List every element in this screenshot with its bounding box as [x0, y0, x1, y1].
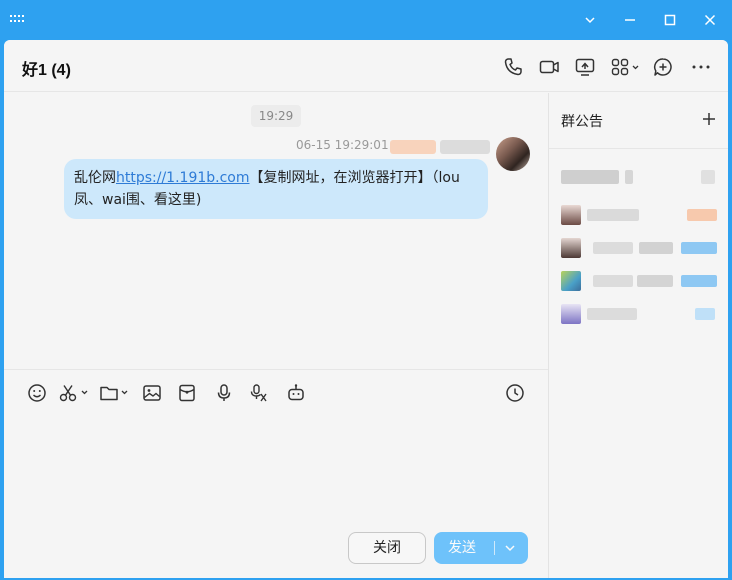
chat-header: 好1 (4): [4, 40, 728, 92]
chat-title: 好1 (4): [22, 62, 71, 79]
maximize-icon[interactable]: [660, 10, 680, 30]
member-header-marker: [625, 170, 633, 184]
member-badge: [681, 275, 717, 287]
avatar: [561, 271, 581, 291]
title-bar[interactable]: [0, 0, 732, 40]
close-icon[interactable]: [700, 10, 720, 30]
message-bubble[interactable]: 乱伦网https://1.191b.com【复制网址，在浏览器打开】（lou凤、…: [64, 159, 488, 219]
sender-name: [440, 140, 490, 154]
member-header: [561, 170, 619, 184]
emoji-icon[interactable]: [26, 382, 48, 404]
message-link[interactable]: https://1.191b.com: [116, 170, 250, 186]
screen-share-icon[interactable]: [574, 56, 596, 78]
avatar: [561, 304, 581, 324]
plus-icon[interactable]: [701, 111, 717, 127]
member-count: [701, 170, 715, 184]
message-timestamp: 06-15 19:29:01: [296, 138, 389, 152]
member-badge: [681, 242, 717, 254]
window-menu-icon[interactable]: [10, 15, 26, 25]
message-text: 乱伦网: [74, 170, 116, 186]
avatar[interactable]: [496, 137, 530, 171]
minimize-icon[interactable]: [620, 10, 640, 30]
member-badge: [687, 209, 717, 221]
member-name: [593, 275, 633, 287]
member-name: [587, 308, 637, 320]
more-icon[interactable]: [690, 56, 712, 78]
divider: [4, 369, 548, 370]
chevron-down-icon[interactable]: [502, 540, 518, 556]
announcement-title: 群公告: [561, 114, 603, 130]
sender-title-badge: [390, 140, 436, 154]
send-button-label: 发送: [448, 540, 476, 556]
microphone-icon[interactable]: [213, 382, 235, 404]
divider: [494, 541, 495, 555]
voice-to-text-icon[interactable]: [248, 382, 270, 404]
more-chat-icon[interactable]: [652, 56, 674, 78]
history-clock-icon[interactable]: [504, 382, 526, 404]
member-name: [587, 209, 639, 221]
scissors-icon[interactable]: [58, 382, 92, 404]
close-button[interactable]: 关闭: [348, 532, 426, 564]
message-list[interactable]: 19:29 06-15 19:29:01 乱伦网https://1.191b.c…: [4, 93, 548, 369]
apps-icon[interactable]: [610, 56, 642, 78]
video-call-icon[interactable]: [538, 56, 560, 78]
group-sidebar: 群公告: [548, 93, 728, 578]
member-badge: [695, 308, 715, 320]
member-name: [593, 242, 633, 254]
member-name-extra: [639, 242, 673, 254]
time-divider: 19:29: [251, 105, 301, 127]
phone-icon[interactable]: [502, 56, 524, 78]
image-icon[interactable]: [141, 382, 163, 404]
chevron-down-icon[interactable]: [580, 10, 600, 30]
avatar: [561, 205, 581, 225]
chat-window: 好1 (4) 19:29 06-15 19:29:01 乱伦网https://1…: [4, 40, 728, 578]
red-packet-icon[interactable]: [176, 382, 198, 404]
avatar: [561, 238, 581, 258]
folder-icon[interactable]: [98, 382, 132, 404]
divider: [549, 148, 728, 149]
member-name-extra: [637, 275, 673, 287]
message-input[interactable]: [4, 410, 548, 530]
robot-icon[interactable]: [285, 382, 307, 404]
send-button[interactable]: 发送: [434, 532, 528, 564]
